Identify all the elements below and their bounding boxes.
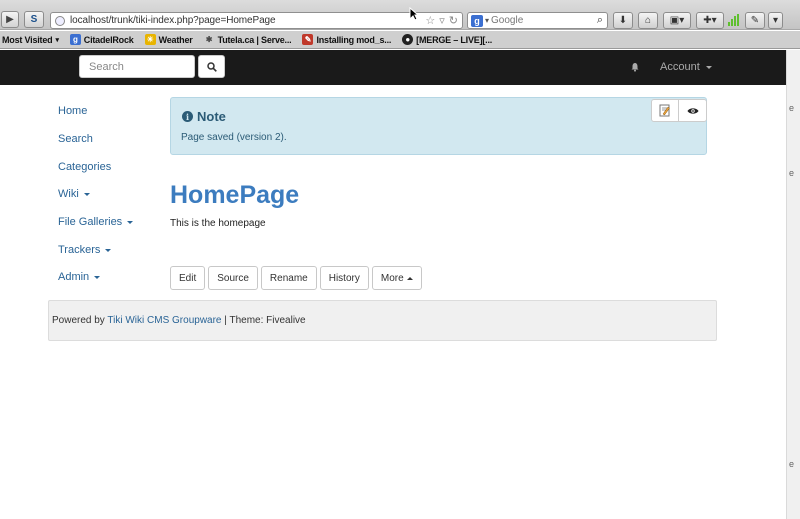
- info-icon: i: [182, 111, 193, 122]
- eye-icon: [687, 107, 698, 114]
- chevron-down-icon: [127, 220, 134, 224]
- edit-page-button[interactable]: [651, 99, 679, 122]
- bookmark-citadelrock[interactable]: g CitadelRock: [69, 34, 134, 45]
- footer-suffix: | Theme: Fivealive: [221, 315, 306, 326]
- site-footer: Powered by Tiki Wiki CMS Groupware | The…: [48, 300, 717, 341]
- sidebar-item-trackers[interactable]: Trackers: [58, 244, 112, 256]
- sidebar-item-search[interactable]: Search: [58, 133, 93, 145]
- search-icon: [206, 61, 217, 72]
- history-button[interactable]: History: [319, 266, 369, 290]
- github-icon: ●: [402, 34, 414, 45]
- account-menu[interactable]: Account: [660, 61, 712, 73]
- search-button[interactable]: [198, 55, 225, 78]
- more-button[interactable]: More: [371, 266, 422, 290]
- bookmark-installing[interactable]: ✎ Installing mod_s...: [302, 34, 391, 45]
- search-input[interactable]: [79, 55, 195, 78]
- alert-message: Page saved (version 2).: [181, 132, 287, 143]
- dropdown-icon: ▾: [55, 36, 59, 44]
- sidebar-item-admin[interactable]: Admin: [58, 271, 101, 283]
- watch-page-button[interactable]: [679, 99, 707, 122]
- feather-icon: ✎: [302, 34, 314, 45]
- download-button[interactable]: ⬇: [613, 12, 633, 29]
- menu-button[interactable]: ✎: [745, 12, 765, 29]
- google-icon: g: [69, 34, 81, 45]
- chevron-down-icon: [105, 248, 112, 252]
- back-button[interactable]: ▶: [1, 11, 19, 28]
- bookmark-star-icon[interactable]: ☆: [425, 14, 435, 27]
- page-icon-group: [651, 99, 707, 122]
- rename-button[interactable]: Rename: [260, 266, 317, 290]
- home-button[interactable]: ⌂: [638, 12, 658, 29]
- alert-title: Note: [197, 109, 226, 124]
- browser-search-bar[interactable]: g ▾ Google ⌕: [467, 12, 608, 29]
- url-dropdown-icon[interactable]: ▿: [439, 14, 445, 27]
- chevron-down-icon: [705, 65, 712, 69]
- url-bar[interactable]: localhost/trunk/tiki-index.php?page=Home…: [50, 12, 463, 29]
- browser-toolbar: ▶ S localhost/trunk/tiki-index.php?page=…: [0, 0, 800, 30]
- page-actions: Edit Source Rename History More: [170, 266, 422, 290]
- note-alert: i Note Page saved (version 2).: [170, 97, 707, 155]
- bookmark-most-visited[interactable]: Most Visited ▾: [2, 35, 59, 45]
- google-icon[interactable]: g: [471, 14, 483, 27]
- source-button[interactable]: Source: [208, 266, 258, 290]
- sidebar-item-home[interactable]: Home: [58, 105, 87, 117]
- bookmarks-bar: Most Visited ▾ g CitadelRock ☀ Weather ✱…: [0, 31, 800, 49]
- edit-button[interactable]: Edit: [170, 266, 206, 290]
- bell-icon[interactable]: [630, 62, 640, 72]
- edit-page-icon: [659, 104, 670, 117]
- caret-up-icon: [406, 276, 413, 280]
- search-engine-label: Google: [491, 15, 524, 26]
- bookmark-tutela[interactable]: ✱ Tutela.ca | Serve...: [204, 34, 292, 45]
- site-navbar: Account: [0, 50, 786, 85]
- overflow-button[interactable]: ▾: [768, 12, 783, 29]
- addon-button[interactable]: ▣▾: [663, 12, 691, 29]
- chevron-down-icon: [94, 275, 101, 279]
- weather-icon: ☀: [144, 34, 156, 45]
- page-title: HomePage: [170, 181, 300, 209]
- mouse-cursor-icon: [409, 7, 419, 21]
- chevron-down-icon: [83, 192, 90, 196]
- tutela-icon: ✱: [205, 35, 213, 44]
- extension-button[interactable]: ✚▾: [696, 12, 724, 29]
- footer-prefix: Powered by: [52, 315, 108, 326]
- window-edge: e e e: [786, 50, 800, 519]
- sidebar-item-file-galleries[interactable]: File Galleries: [58, 216, 134, 228]
- url-text: localhost/trunk/tiki-index.php?page=Home…: [70, 15, 276, 26]
- sidebar-item-categories[interactable]: Categories: [58, 161, 111, 173]
- search-icon[interactable]: ⌕: [597, 14, 603, 27]
- page-content: This is the homepage: [170, 218, 266, 229]
- sidebar-s-button[interactable]: S: [24, 11, 44, 28]
- sidebar-item-wiki[interactable]: Wiki: [58, 188, 90, 200]
- signal-icon: [728, 14, 739, 26]
- bookmark-weather[interactable]: ☀ Weather: [144, 34, 193, 45]
- site-identity-icon[interactable]: [55, 15, 65, 26]
- footer-link[interactable]: Tiki Wiki CMS Groupware: [107, 315, 221, 326]
- engine-dropdown-icon[interactable]: ▾: [485, 16, 489, 25]
- reload-icon[interactable]: ↻: [449, 14, 458, 27]
- bookmark-merge[interactable]: ● [MERGE – LIVE][...: [402, 34, 492, 45]
